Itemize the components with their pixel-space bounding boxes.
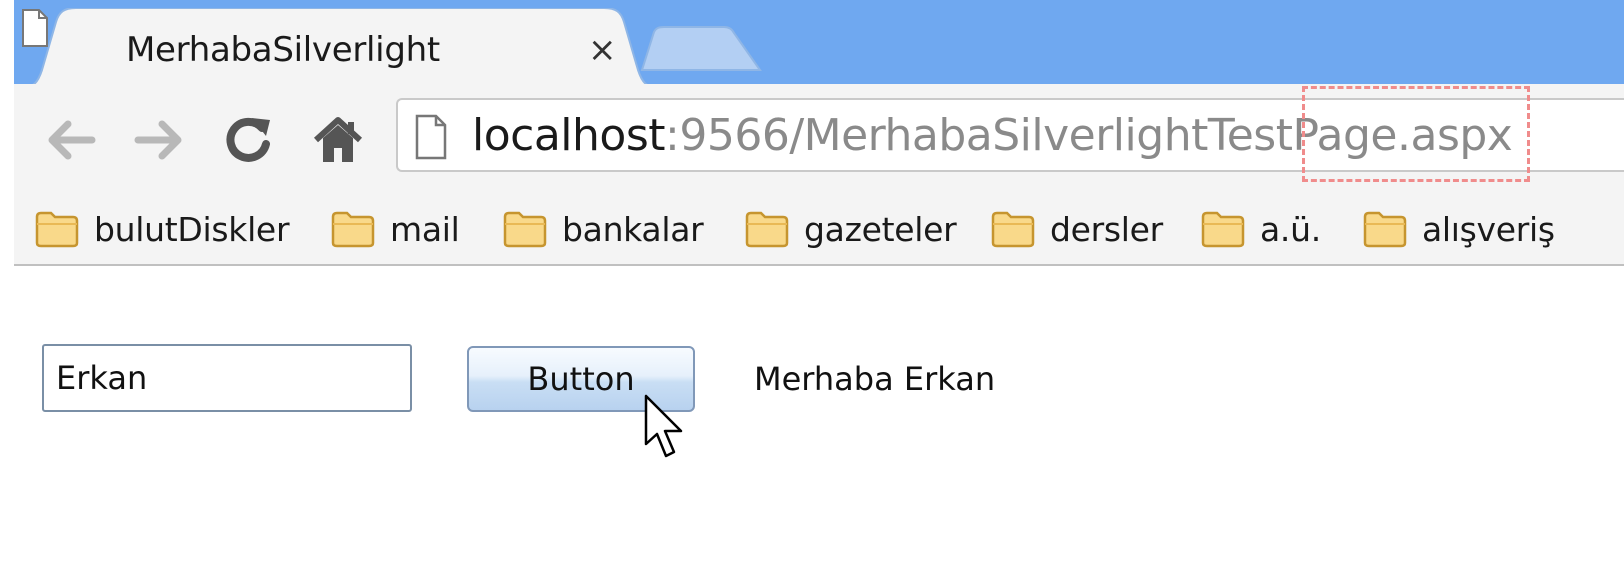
bookmark-label: bankalar	[562, 209, 704, 249]
home-icon[interactable]	[312, 114, 364, 166]
tab-merhabasilverlight[interactable]: MerhabaSilverlight ×	[20, 8, 660, 88]
tab-close-icon[interactable]: ×	[588, 30, 617, 70]
bookmark-folder-dersler[interactable]: dersler	[990, 206, 1163, 252]
document-icon	[22, 9, 48, 47]
url-text[interactable]: localhost:9566/MerhabaSilverlightTestPag…	[472, 110, 1513, 162]
bookmark-label: dersler	[1050, 209, 1163, 249]
bookmark-folder-bulutdiskler[interactable]: bulutDiskler	[34, 206, 290, 252]
url-host: localhost	[472, 110, 666, 161]
arrow-right-icon[interactable]	[134, 118, 186, 162]
arrow-left-icon[interactable]	[44, 118, 96, 162]
browser-titlebar: MerhabaSilverlight ×	[0, 0, 1624, 88]
page-info-icon[interactable]	[414, 114, 448, 160]
folder-icon	[991, 211, 1035, 248]
bookmark-folder-bankalar[interactable]: bankalar	[502, 206, 704, 252]
folder-icon	[35, 211, 79, 248]
bookmark-label: a.ü.	[1260, 209, 1321, 249]
reload-icon[interactable]	[222, 114, 274, 166]
tab-title: MerhabaSilverlight	[126, 30, 440, 70]
bookmark-label: gazeteler	[804, 209, 957, 249]
folder-icon	[503, 211, 547, 248]
folder-icon	[745, 211, 789, 248]
url-path: :9566/MerhabaSilverlightTestPage.aspx	[665, 110, 1513, 161]
page-content: Button Merhaba Erkan	[0, 266, 1624, 561]
bookmark-label: mail	[390, 209, 460, 249]
bookmark-label: alışveriş	[1422, 209, 1555, 249]
folder-icon	[1363, 211, 1407, 248]
bookmarks-bar: bulutDiskler mail bankalar gazeteler der…	[14, 194, 1624, 266]
bookmark-folder-alisveris[interactable]: alışveriş	[1362, 206, 1555, 252]
folder-icon	[331, 211, 375, 248]
name-input[interactable]	[42, 344, 412, 412]
titlebar-left-edge	[0, 0, 14, 84]
submit-button[interactable]: Button	[467, 346, 695, 412]
new-tab-button[interactable]	[640, 26, 762, 72]
browser-toolbar: localhost:9566/MerhabaSilverlightTestPag…	[14, 84, 1624, 194]
greeting-label: Merhaba Erkan	[754, 360, 996, 398]
bookmark-folder-gazeteler[interactable]: gazeteler	[744, 206, 957, 252]
bookmark-label: bulutDiskler	[94, 209, 290, 249]
bookmark-folder-mail[interactable]: mail	[330, 206, 460, 252]
address-bar[interactable]: localhost:9566/MerhabaSilverlightTestPag…	[396, 98, 1624, 172]
folder-icon	[1201, 211, 1245, 248]
bookmark-folder-au[interactable]: a.ü.	[1200, 206, 1321, 252]
